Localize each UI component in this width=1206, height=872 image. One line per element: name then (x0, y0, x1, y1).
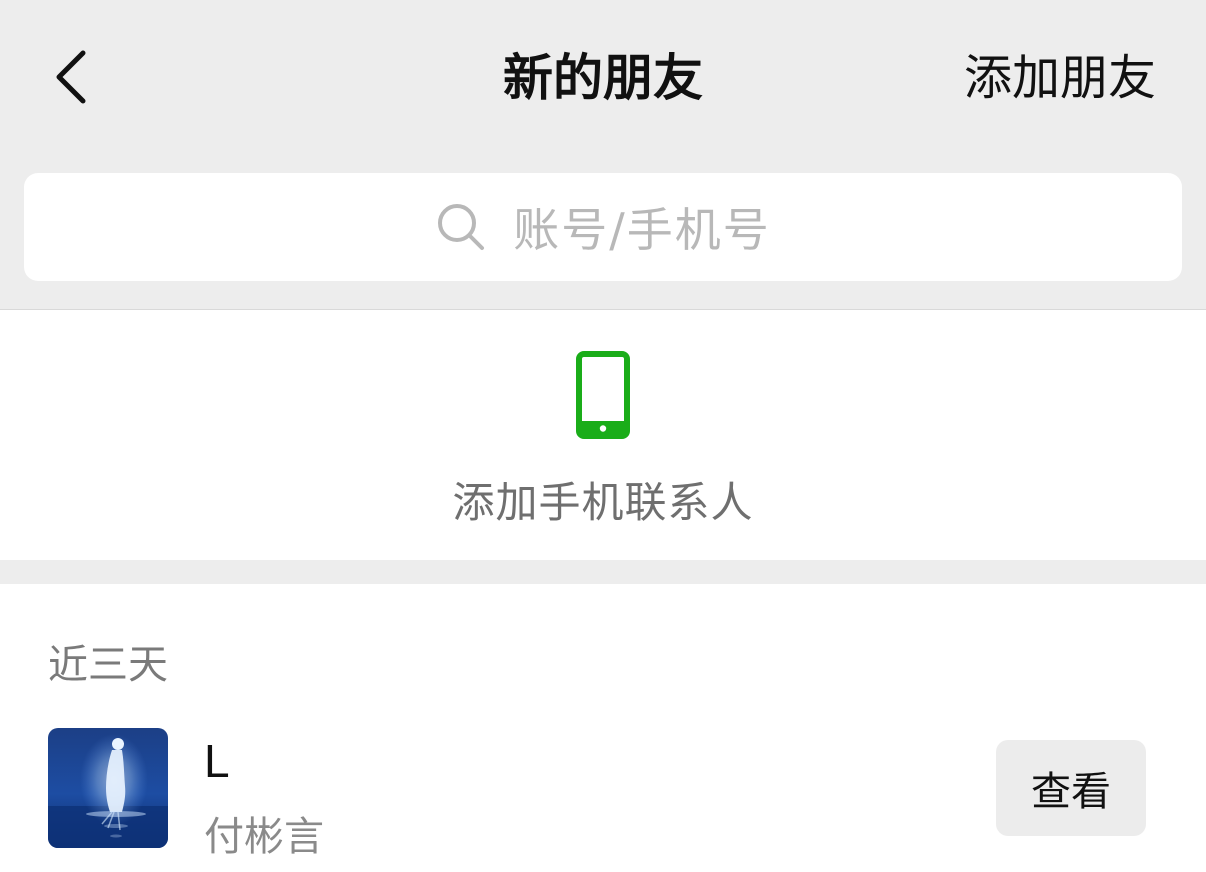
friend-name: L (204, 735, 230, 787)
recent-requests-section: 近三天 L 付彬言 查看 (0, 584, 1206, 872)
search-icon (438, 204, 485, 250)
section-divider (0, 560, 1206, 584)
section-header-recent: 近三天 (48, 642, 168, 688)
view-button[interactable]: 查看 (996, 740, 1146, 836)
search-placeholder: 账号/手机号 (513, 203, 771, 257)
new-friends-page: 新的朋友 添加朋友 账号/手机号 添加手机联系人 近三天 L 付彬言 查看 (0, 0, 1206, 872)
add-phone-contacts-button[interactable]: 添加手机联系人 (0, 311, 1206, 560)
add-friend-button[interactable]: 添加朋友 (964, 40, 1156, 116)
search-input[interactable]: 账号/手机号 (24, 173, 1182, 281)
add-phone-contacts-label: 添加手机联系人 (452, 478, 754, 527)
search-area: 账号/手机号 (0, 152, 1206, 310)
top-nav-bar: 新的朋友 添加朋友 (0, 0, 1206, 152)
avatar-image (48, 728, 168, 848)
friend-remark: 付彬言 (204, 814, 324, 860)
avatar[interactable] (48, 728, 168, 848)
friend-request-row[interactable]: L 付彬言 查看 (0, 720, 1206, 860)
phone-icon (576, 351, 630, 439)
